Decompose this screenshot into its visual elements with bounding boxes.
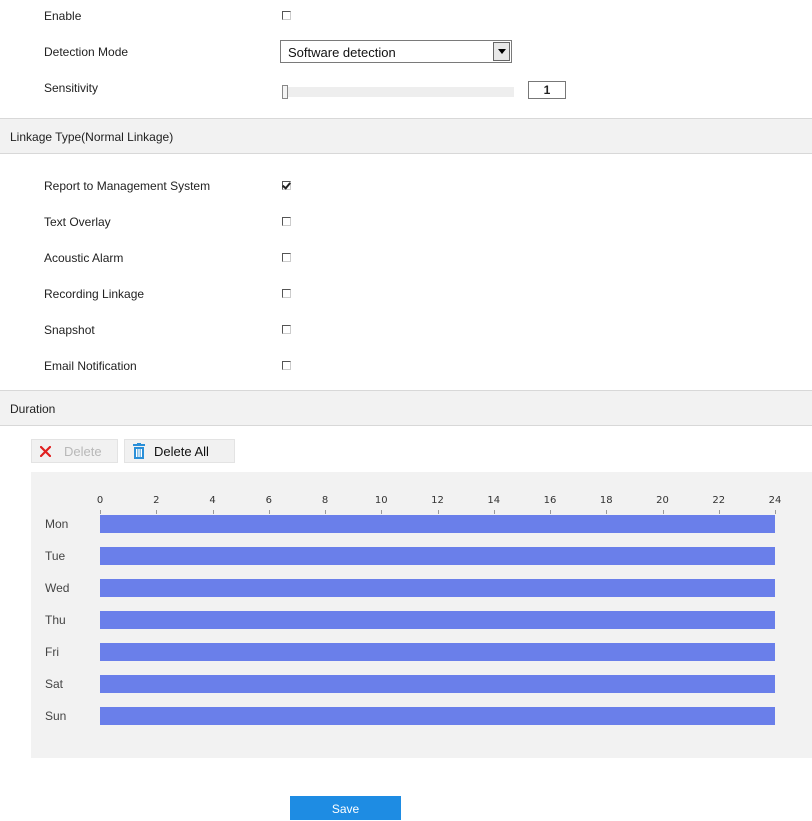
- linkage-item-label: Report to Management System: [44, 179, 211, 193]
- schedule-bar[interactable]: [100, 515, 775, 533]
- hour-tick: [100, 510, 101, 514]
- day-label: Sun: [45, 709, 67, 723]
- hour-tick: [550, 510, 551, 514]
- hour-tick: [606, 510, 608, 514]
- schedule-bar[interactable]: [100, 707, 775, 725]
- sensitivity-label: Sensitivity: [44, 81, 99, 95]
- sensitivity-slider-handle[interactable]: [282, 85, 288, 99]
- chevron-down-icon[interactable]: [493, 42, 510, 61]
- hour-label: 2: [153, 495, 160, 506]
- hour-tick: [775, 510, 776, 514]
- linkage-item-checkbox[interactable]: [282, 361, 291, 370]
- linkage-item-checkbox[interactable]: [282, 289, 291, 298]
- linkage-item-label: Text Overlay: [44, 215, 111, 229]
- delete-all-label: Delete All: [154, 444, 209, 459]
- hour-label: 22: [712, 495, 726, 506]
- delete-label: Delete: [64, 444, 102, 459]
- hour-label: 0: [96, 495, 104, 506]
- sensitivity-slider-track[interactable]: [282, 87, 514, 97]
- hour-label: 4: [209, 495, 216, 506]
- hour-tick: [381, 510, 383, 514]
- hour-tick: [662, 510, 664, 514]
- duration-section-header: Duration: [0, 390, 812, 426]
- hour-tick: [212, 510, 214, 514]
- sensitivity-input[interactable]: 1: [528, 81, 566, 99]
- hour-tick: [325, 510, 326, 514]
- schedule-bar[interactable]: [100, 643, 775, 661]
- linkage-section-title: Linkage Type(Normal Linkage): [10, 130, 174, 144]
- detection-mode-value: Software detection: [288, 45, 396, 60]
- linkage-item-checkbox[interactable]: [282, 325, 291, 334]
- linkage-item-checkbox[interactable]: [282, 181, 291, 190]
- hour-label: 8: [321, 495, 329, 506]
- linkage-section-header: Linkage Type(Normal Linkage): [0, 118, 812, 154]
- day-label: Tue: [45, 549, 66, 563]
- hour-tick: [493, 510, 495, 514]
- hour-label: 16: [543, 495, 557, 506]
- schedule-bar[interactable]: [100, 675, 775, 693]
- hour-label: 14: [487, 495, 501, 506]
- delete-button[interactable]: Delete: [31, 439, 118, 463]
- hour-label: 10: [374, 495, 388, 506]
- save-button[interactable]: Save: [290, 796, 401, 820]
- delete-all-button[interactable]: Delete All: [124, 439, 235, 463]
- schedule-bar[interactable]: [100, 547, 775, 565]
- day-label: Sat: [45, 677, 64, 691]
- day-label: Wed: [45, 581, 70, 595]
- hour-label: 12: [431, 495, 444, 506]
- day-label: Mon: [45, 517, 69, 531]
- linkage-item-label: Recording Linkage: [44, 287, 145, 301]
- hour-label: 18: [599, 495, 613, 506]
- day-label: Fri: [45, 645, 59, 659]
- hour-label: 6: [265, 495, 272, 506]
- hour-label: 24: [768, 495, 782, 506]
- enable-label: Enable: [44, 9, 82, 23]
- hour-tick: [718, 510, 720, 514]
- detection-mode-label: Detection Mode: [44, 45, 129, 59]
- trash-icon: [133, 443, 145, 459]
- hour-tick: [156, 510, 158, 514]
- day-label: Thu: [45, 613, 66, 627]
- linkage-item-checkbox[interactable]: [282, 217, 291, 226]
- hour-tick: [268, 510, 270, 514]
- linkage-item-label: Email Notification: [44, 359, 137, 373]
- schedule-bar[interactable]: [100, 579, 775, 597]
- close-icon: [40, 446, 51, 457]
- linkage-item-checkbox[interactable]: [282, 253, 291, 262]
- hour-tick: [437, 510, 439, 514]
- detection-mode-select[interactable]: Software detection: [280, 40, 512, 63]
- enable-checkbox[interactable]: [282, 11, 291, 20]
- duration-section-title: Duration: [10, 402, 56, 416]
- linkage-item-label: Snapshot: [44, 323, 95, 337]
- linkage-item-label: Acoustic Alarm: [44, 251, 124, 265]
- schedule-bar[interactable]: [100, 611, 775, 629]
- hour-label: 20: [656, 495, 669, 506]
